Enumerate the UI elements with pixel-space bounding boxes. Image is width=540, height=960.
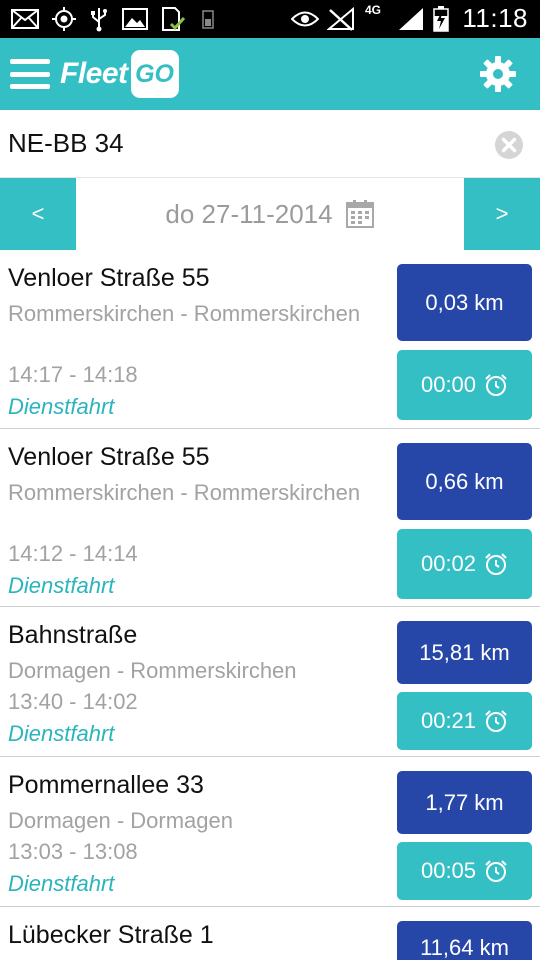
trip-route: Rommerskirchen - Rommerskirchen — [8, 301, 361, 326]
trip-duration-button[interactable]: 00:21 — [397, 692, 532, 750]
trip-type: Dienstfahrt — [8, 573, 115, 598]
trip-street: Venloer Straße 55 — [8, 264, 210, 292]
calendar-icon — [345, 199, 375, 229]
no-signal-icon — [326, 6, 356, 32]
battery-charging-icon — [432, 6, 450, 32]
trip-street: Lübecker Straße 1 — [8, 921, 214, 949]
app-bar: Fleet GO — [0, 38, 540, 110]
trip-duration: 00:00 — [420, 372, 477, 397]
trip-times: 13:03 - 13:08 — [8, 839, 138, 864]
trip-distance-button[interactable]: 0,03 km — [397, 264, 532, 341]
trip-duration-button[interactable]: 00:00 — [397, 350, 532, 420]
hamburger-menu-icon[interactable] — [8, 54, 52, 94]
trip-duration: 00:05 — [420, 858, 477, 883]
trip-item[interactable]: Venloer Straße 55 Rommerskirchen - Romme… — [0, 429, 540, 607]
status-bar: 4G 11:18 — [0, 0, 540, 38]
trip-item[interactable]: Bahnstraße Dormagen - Rommerskirchen 13:… — [0, 607, 540, 757]
network-type-label: 4G — [365, 3, 382, 17]
trip-distance-button[interactable]: 0,66 km — [397, 443, 532, 520]
previous-day-button[interactable]: < — [0, 178, 76, 250]
trip-route: Dormagen - Dormagen — [8, 808, 233, 833]
vehicle-field[interactable]: NE-BB 34 — [0, 110, 540, 178]
trip-item[interactable]: Pommernallee 33 Dormagen - Dormagen 13:0… — [0, 757, 540, 907]
logo-text: Fleet — [60, 57, 128, 90]
fleetgo-logo: Fleet GO — [60, 49, 179, 99]
trip-times: 14:12 - 14:14 — [8, 541, 138, 566]
clear-circle-icon[interactable] — [494, 130, 524, 160]
status-time: 11:18 — [462, 3, 528, 33]
logo-box: GO — [130, 50, 179, 98]
trip-distance-button[interactable]: 11,64 km — [397, 921, 532, 960]
trip-times: 13:40 - 14:02 — [8, 689, 138, 714]
sd-card-check-icon — [158, 6, 186, 32]
trip-duration: 00:02 — [420, 551, 477, 576]
trip-item[interactable]: Lübecker Straße 1 11,64 km — [0, 907, 540, 960]
image-icon — [121, 6, 149, 32]
date-selector[interactable]: do 27-11-2014 — [76, 178, 464, 250]
trip-distance-button[interactable]: 15,81 km — [397, 621, 532, 684]
gear-icon[interactable] — [478, 54, 518, 94]
alarm-clock-icon — [484, 859, 508, 883]
trip-type: Dienstfahrt — [8, 871, 115, 896]
trip-street: Bahnstraße — [8, 621, 138, 649]
battery-small-icon — [200, 6, 216, 32]
signal-icon — [396, 6, 426, 32]
eye-icon — [291, 6, 319, 32]
mail-icon — [10, 6, 40, 32]
trip-times: 14:17 - 14:18 — [8, 362, 138, 387]
trip-route: Rommerskirchen - Rommerskirchen — [8, 480, 361, 505]
trip-duration-button[interactable]: 00:02 — [397, 529, 532, 599]
next-day-button[interactable]: > — [464, 178, 540, 250]
trip-route: Dormagen - Rommerskirchen — [8, 658, 297, 683]
trip-distance-button[interactable]: 1,77 km — [397, 771, 532, 834]
usb-icon — [88, 6, 110, 32]
trip-list: Venloer Straße 55 Rommerskirchen - Romme… — [0, 250, 540, 960]
trip-type: Dienstfahrt — [8, 721, 115, 746]
date-navigation: < do 27-11-2014 > — [0, 178, 540, 250]
trip-duration: 00:21 — [420, 708, 477, 733]
alarm-clock-icon — [484, 373, 508, 397]
trip-type: Dienstfahrt — [8, 394, 115, 419]
gps-icon — [50, 6, 78, 32]
vehicle-plate: NE-BB 34 — [8, 128, 124, 158]
date-label: do 27-11-2014 — [165, 198, 333, 229]
alarm-clock-icon — [484, 709, 508, 733]
trip-street: Venloer Straße 55 — [8, 443, 210, 471]
alarm-clock-icon — [484, 552, 508, 576]
trip-street: Pommernallee 33 — [8, 771, 204, 799]
trip-item[interactable]: Venloer Straße 55 Rommerskirchen - Romme… — [0, 250, 540, 429]
trip-duration-button[interactable]: 00:05 — [397, 842, 532, 900]
